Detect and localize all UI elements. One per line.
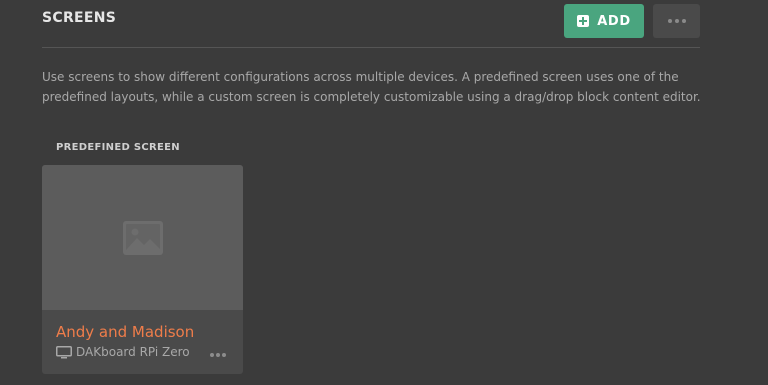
- screen-more-button[interactable]: [210, 353, 226, 357]
- page-title: SCREENS: [42, 10, 117, 26]
- add-button-label: ADD: [597, 13, 631, 29]
- plus-square-icon: [577, 15, 590, 27]
- screen-device: DAKboard RPi Zero: [56, 345, 190, 359]
- screens-page: SCREENS ADD Use screens to show differen…: [0, 0, 768, 385]
- screen-thumbnail[interactable]: [42, 165, 243, 310]
- ellipsis-icon: [667, 19, 672, 23]
- ellipsis-icon: [210, 353, 214, 357]
- screen-card[interactable]: Andy and Madison DAKboard RPi Zero: [42, 165, 243, 374]
- image-placeholder-icon: [122, 220, 163, 255]
- section-label-predefined: PREDEFINED SCREEN: [56, 142, 180, 153]
- screens-description: Use screens to show different configurat…: [42, 70, 701, 104]
- add-screen-button[interactable]: ADD: [564, 4, 644, 38]
- monitor-icon: [56, 345, 72, 358]
- screen-device-label: DAKboard RPi Zero: [76, 345, 190, 359]
- header-divider: [42, 47, 700, 48]
- more-options-button[interactable]: [653, 4, 700, 38]
- screen-name[interactable]: Andy and Madison: [56, 323, 194, 341]
